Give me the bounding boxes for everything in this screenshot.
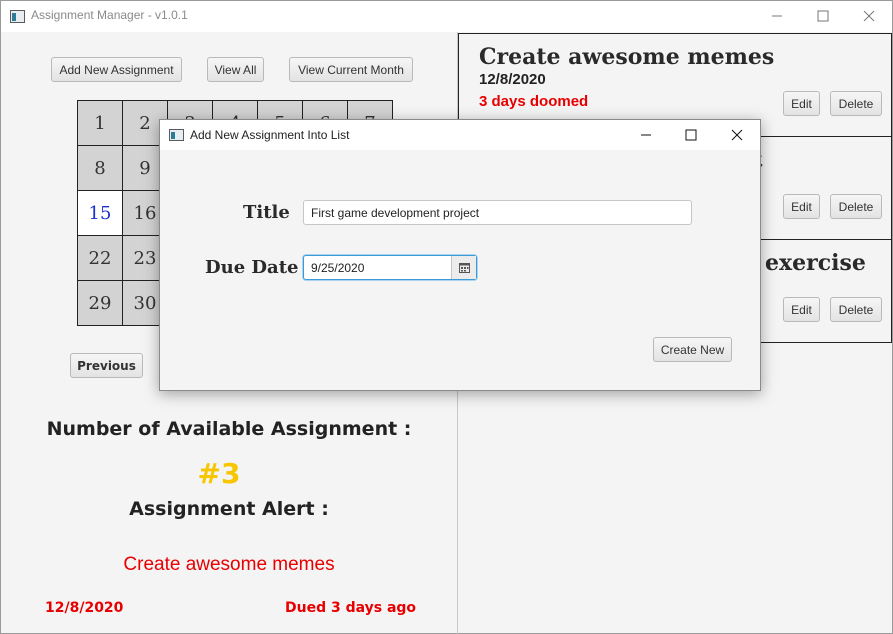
add-assignment-dialog: Add New Assignment Into List Title First… (159, 119, 761, 391)
dialog-minimize-button[interactable] (623, 120, 669, 150)
calendar-day[interactable]: 1 (77, 100, 123, 146)
window-title: Assignment Manager - v1.0.1 (31, 8, 188, 22)
edit-button[interactable]: Edit (783, 194, 820, 219)
close-button[interactable] (846, 1, 892, 31)
calendar-day[interactable]: 22 (77, 235, 123, 281)
add-new-assignment-button[interactable]: Add New Assignment (51, 57, 182, 82)
alert-due-date: 12/8/2020 (45, 600, 124, 616)
app-icon (10, 10, 25, 23)
assignment-alert-heading: Assignment Alert : (129, 498, 329, 520)
view-all-button[interactable]: View All (207, 57, 264, 82)
create-new-button[interactable]: Create New (653, 337, 732, 362)
close-icon (863, 10, 875, 22)
assignment-manager-window: Assignment Manager - v1.0.1 Add New Assi… (0, 0, 893, 634)
dialog-maximize-button[interactable] (668, 120, 714, 150)
due-date-input[interactable]: 9/25/2020 (304, 256, 452, 279)
maximize-button[interactable] (800, 1, 846, 31)
title-label: Title (243, 202, 290, 223)
title-bar: Assignment Manager - v1.0.1 (1, 1, 892, 32)
calendar-day[interactable]: 8 (77, 145, 123, 191)
available-count-value: #3 (197, 457, 241, 490)
alert-due-status: Dued 3 days ago (285, 600, 417, 616)
minimize-icon (641, 134, 651, 136)
delete-button[interactable]: Delete (830, 91, 882, 116)
dialog-app-icon (169, 129, 184, 141)
dialog-title: Add New Assignment Into List (190, 128, 350, 142)
calendar-picker-button[interactable] (452, 256, 476, 279)
calendar-day[interactable]: 15 (77, 190, 123, 236)
assignment-title: Create awesome memes (479, 44, 775, 70)
minimize-icon (772, 15, 782, 17)
due-date-label: Due Date (205, 257, 299, 278)
maximize-icon (685, 129, 697, 141)
dialog-title-bar: Add New Assignment Into List (160, 120, 760, 150)
assignment-title: exercise (765, 250, 866, 276)
minimize-button[interactable] (754, 1, 800, 31)
close-icon (731, 129, 743, 141)
alert-assignment-title: Create awesome memes (123, 554, 335, 575)
delete-button[interactable]: Delete (830, 194, 882, 219)
calendar-day[interactable]: 29 (77, 280, 123, 326)
assignment-date: 12/8/2020 (479, 71, 546, 88)
edit-button[interactable]: Edit (783, 91, 820, 116)
previous-month-button[interactable]: Previous (70, 353, 143, 378)
assignment-status: 3 days doomed (479, 93, 589, 110)
delete-button[interactable]: Delete (830, 297, 882, 322)
maximize-icon (817, 10, 829, 22)
calendar-icon (458, 262, 470, 273)
due-date-picker[interactable]: 9/25/2020 (303, 255, 477, 280)
available-count-heading: Number of Available Assignment : (46, 418, 412, 440)
title-input[interactable]: First game development project (303, 200, 692, 225)
view-current-month-button[interactable]: View Current Month (289, 57, 413, 82)
edit-button[interactable]: Edit (783, 297, 820, 322)
dialog-close-button[interactable] (714, 120, 760, 150)
